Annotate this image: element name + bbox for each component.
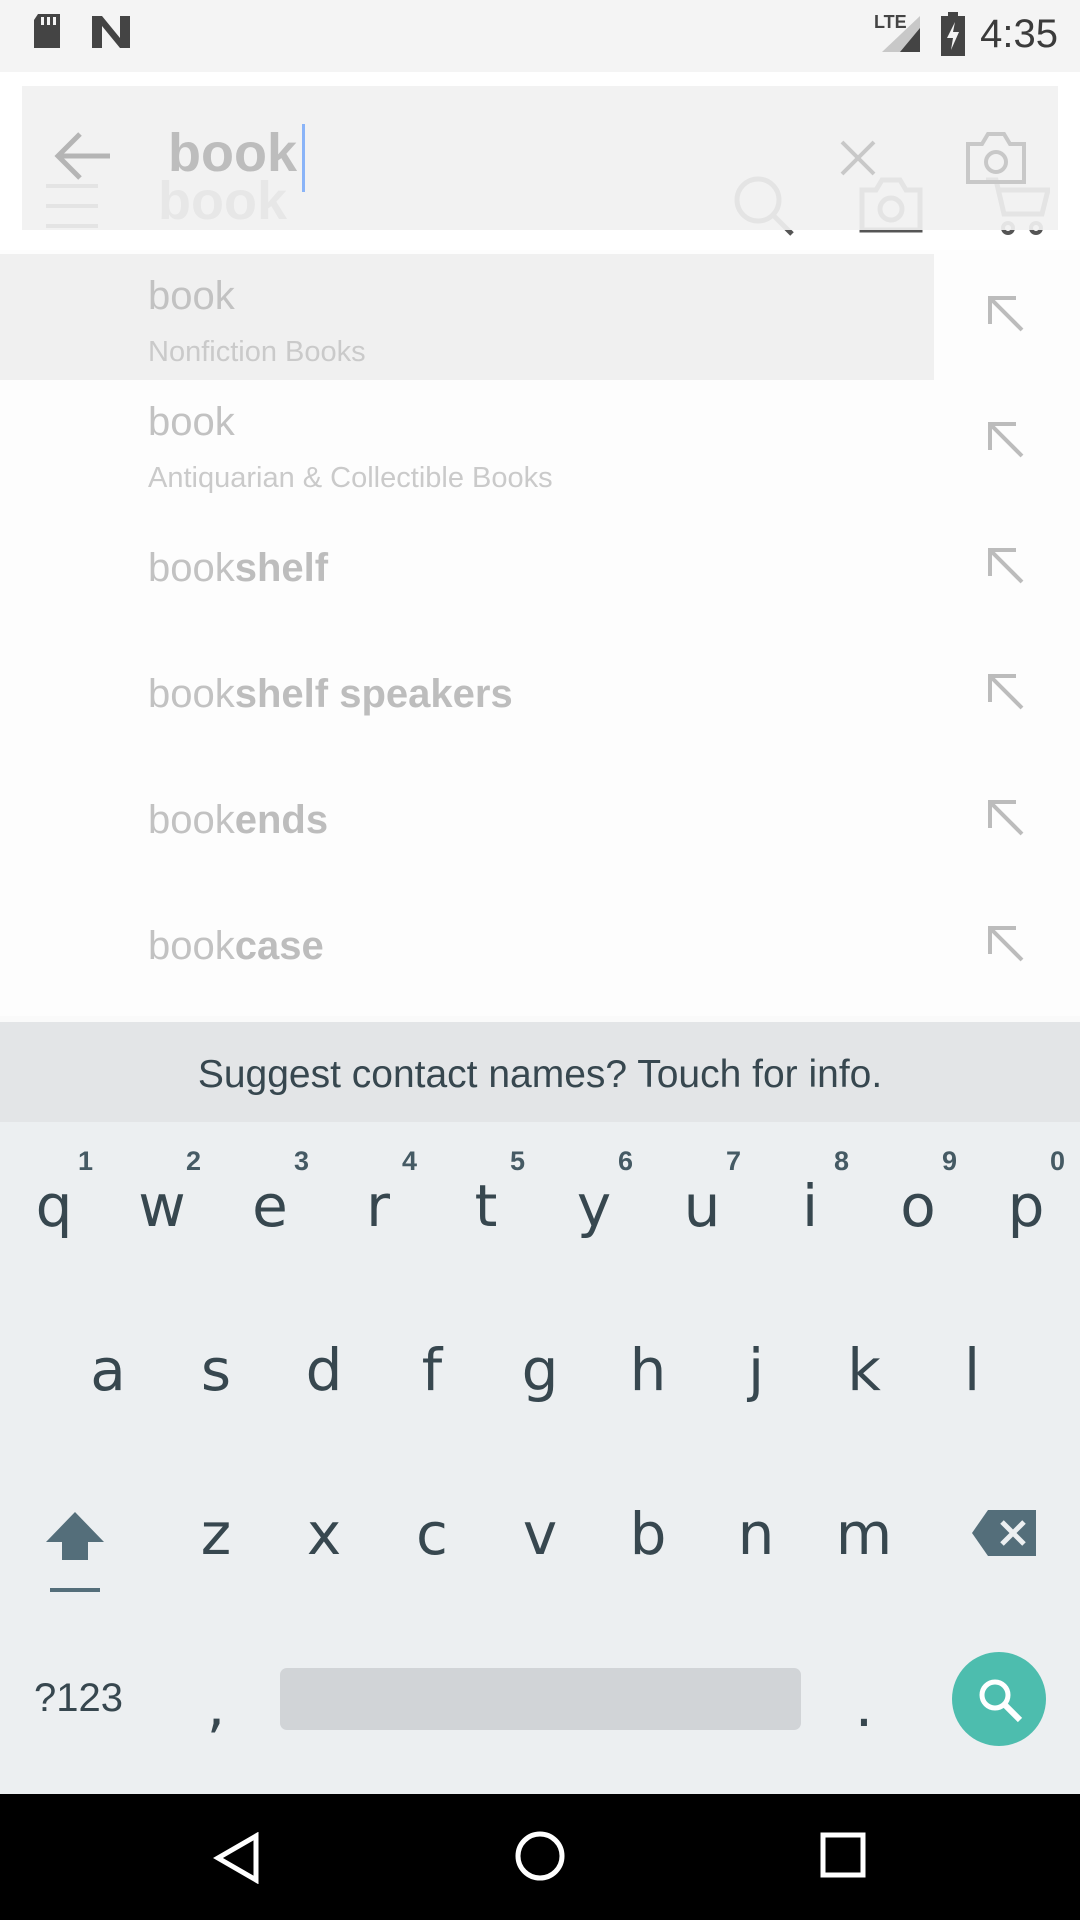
suggestion-fill-arrow-icon[interactable]: [986, 924, 1026, 964]
clock: 4:35: [980, 12, 1058, 56]
key-v[interactable]: v: [486, 1500, 594, 1568]
suggestion-text: bookends: [148, 798, 329, 842]
key-e[interactable]: e: [216, 1172, 324, 1240]
key-s[interactable]: s: [162, 1336, 270, 1404]
nav-recents-icon[interactable]: [820, 1832, 866, 1878]
key-w[interactable]: w: [108, 1172, 216, 1240]
key-x[interactable]: x: [270, 1500, 378, 1568]
key-hint-0: 0: [1050, 1146, 1066, 1176]
key-hint-7: 7: [726, 1146, 742, 1176]
key-a[interactable]: a: [54, 1336, 162, 1404]
camera-search-icon[interactable]: [964, 130, 1028, 186]
key-b[interactable]: b: [594, 1500, 702, 1568]
key-o[interactable]: o: [864, 1172, 972, 1240]
key-l[interactable]: l: [918, 1336, 1026, 1404]
suggestion-fill-arrow-icon[interactable]: [986, 294, 1026, 334]
suggestion-list: book Nonfiction Books book Antiquarian &…: [0, 250, 1080, 1016]
key-g[interactable]: g: [486, 1336, 594, 1404]
suggestion-item[interactable]: bookends: [0, 758, 1080, 884]
key-i[interactable]: i: [756, 1172, 864, 1240]
key-k[interactable]: k: [810, 1336, 918, 1404]
backspace-icon[interactable]: [970, 1508, 1038, 1558]
suggestion-fill-arrow-icon[interactable]: [986, 546, 1026, 586]
navigation-bar: [0, 1794, 1080, 1920]
suggestion-fill-arrow-icon[interactable]: [986, 420, 1026, 460]
nav-back-icon[interactable]: [212, 1832, 262, 1884]
key-comma[interactable]: ,: [162, 1672, 270, 1740]
clear-icon[interactable]: [840, 140, 876, 176]
key-hint-9: 9: [942, 1146, 958, 1176]
space-bar[interactable]: [280, 1668, 801, 1730]
suggestion-item[interactable]: bookshelf: [0, 506, 1080, 632]
suggestion-fill-arrow-icon[interactable]: [986, 672, 1026, 712]
sd-card-icon: [34, 14, 60, 48]
key-hint-3: 3: [294, 1146, 310, 1176]
suggestion-text: book: [148, 400, 235, 444]
key-p[interactable]: p: [972, 1172, 1080, 1240]
text-cursor: [302, 124, 305, 192]
key-hint-8: 8: [834, 1146, 850, 1176]
back-arrow-icon[interactable]: [54, 130, 114, 182]
key-z[interactable]: z: [162, 1500, 270, 1568]
key-m[interactable]: m: [810, 1500, 918, 1568]
nav-home-icon[interactable]: [514, 1830, 566, 1882]
key-u[interactable]: u: [648, 1172, 756, 1240]
suggestion-item[interactable]: bookshelf speakers: [0, 632, 1080, 758]
keyboard-hint-bar[interactable]: Suggest contact names? Touch for info.: [0, 1022, 1080, 1122]
key-h[interactable]: h: [594, 1336, 702, 1404]
key-hint-6: 6: [618, 1146, 634, 1176]
key-period[interactable]: .: [810, 1672, 918, 1740]
suggestion-item[interactable]: book Nonfiction Books: [0, 254, 934, 380]
signal-icon: [882, 16, 920, 52]
key-hint-4: 4: [402, 1146, 418, 1176]
key-hint-2: 2: [186, 1146, 202, 1176]
key-y[interactable]: y: [540, 1172, 648, 1240]
suggestion-text: bookshelf speakers: [148, 672, 513, 716]
suggestion-category: Nonfiction Books: [148, 336, 366, 368]
key-n[interactable]: n: [702, 1500, 810, 1568]
shift-icon[interactable]: [42, 1508, 108, 1596]
key-t[interactable]: t: [432, 1172, 540, 1240]
key-r[interactable]: r: [324, 1172, 432, 1240]
suggestion-text: bookcase: [148, 924, 324, 968]
key-c[interactable]: c: [378, 1500, 486, 1568]
symbols-key[interactable]: ?123: [34, 1676, 123, 1721]
status-bar: LTE 4:35: [0, 0, 1080, 72]
key-hint-5: 5: [510, 1146, 526, 1176]
search-key-icon: [979, 1679, 1023, 1723]
key-d[interactable]: d: [270, 1336, 378, 1404]
key-q[interactable]: q: [0, 1172, 108, 1240]
suggestion-fill-arrow-icon[interactable]: [986, 798, 1026, 838]
suggestion-category: Antiquarian & Collectible Books: [148, 462, 553, 494]
key-j[interactable]: j: [702, 1336, 810, 1404]
key-f[interactable]: f: [378, 1336, 486, 1404]
suggestion-item[interactable]: book Antiquarian & Collectible Books: [0, 380, 1080, 506]
search-enter-key[interactable]: [952, 1652, 1046, 1746]
battery-icon: [941, 12, 965, 56]
search-input[interactable]: book: [168, 122, 297, 184]
suggestion-text: book: [148, 274, 235, 318]
key-hint-1: 1: [78, 1146, 94, 1176]
n-logo-icon: [92, 16, 130, 48]
suggestion-item[interactable]: bookcase: [0, 884, 1080, 1010]
suggestion-text: bookshelf: [148, 546, 329, 590]
